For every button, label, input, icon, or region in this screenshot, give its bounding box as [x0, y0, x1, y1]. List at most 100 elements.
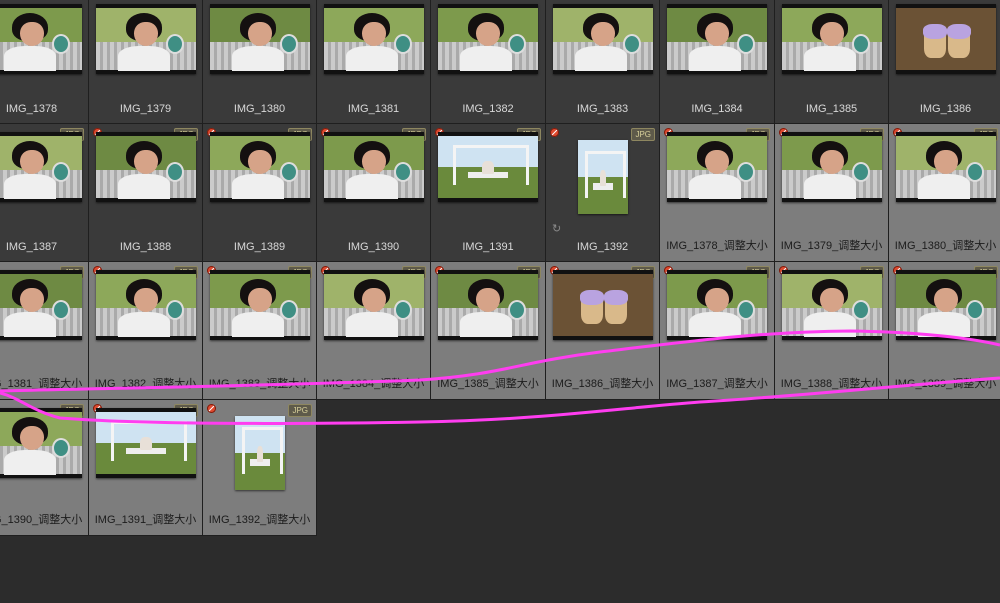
thumbnail-image[interactable]	[323, 132, 424, 202]
thumbnail-cell[interactable]: JPGIMG_1383_调整大小	[203, 262, 317, 400]
file-name-label: IMG_1382	[462, 103, 514, 115]
thumbnail-image[interactable]	[577, 140, 628, 214]
thumbnail-image[interactable]	[234, 416, 285, 490]
thumbnail-cell[interactable]: JPGIMG_1387_调整大小	[660, 262, 775, 400]
thumbnail-cell[interactable]: JPGIMG_1389	[203, 124, 317, 262]
thumbnail-image[interactable]	[895, 4, 996, 74]
thumbnail-cell[interactable]: IMG_1383	[546, 0, 660, 124]
thumbnail-image[interactable]	[0, 270, 82, 340]
file-name-label: IMG_1387	[5, 241, 58, 253]
photo	[438, 274, 538, 338]
thumbnail-cell[interactable]: IMG_1386	[889, 0, 1000, 124]
thumbnail-cell[interactable]: JPGIMG_1390_调整大小	[0, 400, 89, 536]
thumbnail-cell[interactable]: JPG ↻ IMG_1392	[546, 124, 660, 262]
thumbnail-image[interactable]	[95, 408, 196, 478]
thumbnail-cell[interactable]: JPGIMG_1378_调整大小	[660, 124, 775, 262]
thumbnail-cell[interactable]: IMG_1379	[89, 0, 203, 124]
thumbnail-image[interactable]	[438, 4, 538, 74]
photo	[323, 136, 424, 200]
file-name-label: IMG_1392_调整大小	[208, 514, 311, 526]
thumbnail-image[interactable]	[209, 4, 310, 74]
file-type-badge: JPG	[288, 404, 312, 417]
thumbnail-image[interactable]	[0, 408, 82, 478]
photo	[323, 274, 424, 338]
file-name-label: IMG_1378	[5, 103, 58, 115]
photo	[209, 136, 310, 200]
thumbnail-cell[interactable]: JPGIMG_1387	[0, 124, 89, 262]
thumbnail-image[interactable]	[95, 132, 196, 202]
photo	[0, 412, 82, 476]
thumbnail-image[interactable]	[438, 132, 538, 202]
thumbnail-image[interactable]	[209, 270, 310, 340]
thumbnail-cell[interactable]: IMG_1385	[775, 0, 889, 124]
photo	[667, 274, 767, 338]
thumbnail-image[interactable]	[781, 4, 882, 74]
photo	[781, 136, 882, 200]
thumbnail-image[interactable]	[667, 270, 767, 340]
file-name-label: IMG_1384_调整大小	[322, 378, 425, 390]
thumbnail-cell[interactable]: JPGIMG_1382_调整大小	[89, 262, 203, 400]
photo	[552, 8, 653, 72]
thumbnail-cell[interactable]: JPGIMG_1388	[89, 124, 203, 262]
thumbnail-cell[interactable]: IMG_1382	[431, 0, 546, 124]
thumbnail-cell[interactable]: JPGIMG_1391	[431, 124, 546, 262]
file-name-label: IMG_1389	[233, 241, 286, 253]
file-name-label: IMG_1381_调整大小	[0, 378, 83, 390]
file-name-label: IMG_1385	[805, 103, 858, 115]
thumbnail-cell[interactable]: JPGIMG_1389_调整大小	[889, 262, 1000, 400]
file-name-label: IMG_1390_调整大小	[0, 514, 83, 526]
thumbnail-image[interactable]	[552, 4, 653, 74]
thumbnail-image[interactable]	[667, 132, 767, 202]
thumbnail-cell[interactable]: IMG_1384	[660, 0, 775, 124]
file-name-label: IMG_1387_调整大小	[666, 378, 768, 390]
thumbnail-cell[interactable]: JPGIMG_1381_调整大小	[0, 262, 89, 400]
thumbnail-cell[interactable]: JPGIMG_1380_调整大小	[889, 124, 1000, 262]
thumbnail-cell[interactable]: JPG IMG_1392_调整大小	[203, 400, 317, 536]
photo	[781, 8, 882, 72]
thumbnail-cell[interactable]: JPGIMG_1379_调整大小	[775, 124, 889, 262]
file-name-label: IMG_1383_调整大小	[208, 378, 311, 390]
thumbnail-cell[interactable]: JPGIMG_1391_调整大小	[89, 400, 203, 536]
thumbnail-image[interactable]	[895, 270, 996, 340]
thumbnail-image[interactable]	[895, 132, 996, 202]
thumbnail-cell[interactable]: IMG_1378	[0, 0, 89, 124]
thumbnail-cell[interactable]: JPGIMG_1386_调整大小	[546, 262, 660, 400]
photo	[552, 274, 653, 336]
thumbnail-image[interactable]	[781, 132, 882, 202]
reject-flag-icon[interactable]	[207, 404, 216, 413]
photo	[234, 416, 285, 490]
file-name-label: IMG_1392	[576, 241, 629, 253]
thumbnail-image[interactable]	[781, 270, 882, 340]
thumbnail-cell[interactable]: JPGIMG_1384_调整大小	[317, 262, 431, 400]
file-name-label: IMG_1380_调整大小	[894, 240, 997, 252]
thumbnail-image[interactable]	[95, 4, 196, 74]
thumbnail-image[interactable]	[667, 4, 767, 74]
sync-icon: ↻	[552, 223, 562, 235]
photo	[323, 8, 424, 72]
thumbnail-cell[interactable]: IMG_1380	[203, 0, 317, 124]
file-name-label: IMG_1379_调整大小	[780, 240, 883, 252]
photo	[577, 140, 628, 214]
thumbnail-cell[interactable]: JPGIMG_1390	[317, 124, 431, 262]
thumbnail-image[interactable]	[0, 4, 82, 74]
file-name-label: IMG_1378_调整大小	[666, 240, 768, 252]
thumbnail-cell[interactable]: JPGIMG_1385_调整大小	[431, 262, 546, 400]
thumbnail-image[interactable]	[323, 4, 424, 74]
file-name-label: IMG_1381	[347, 103, 400, 115]
thumbnail-cell[interactable]: JPGIMG_1388_调整大小	[775, 262, 889, 400]
thumbnail-image[interactable]	[552, 270, 653, 340]
thumbnail-image[interactable]	[95, 270, 196, 340]
thumbnail-cell[interactable]: IMG_1381	[317, 0, 431, 124]
photo	[0, 136, 82, 200]
reject-flag-icon[interactable]	[550, 128, 559, 137]
photo	[95, 412, 196, 474]
thumbnail-image[interactable]	[209, 132, 310, 202]
thumbnail-image[interactable]	[0, 132, 82, 202]
thumbnail-image[interactable]	[323, 270, 424, 340]
photo	[209, 8, 310, 72]
file-name-label: IMG_1388	[119, 241, 172, 253]
thumbnail-image[interactable]	[438, 270, 538, 340]
file-name-label: IMG_1391	[462, 241, 514, 253]
photo	[95, 8, 196, 72]
photo	[0, 8, 82, 72]
